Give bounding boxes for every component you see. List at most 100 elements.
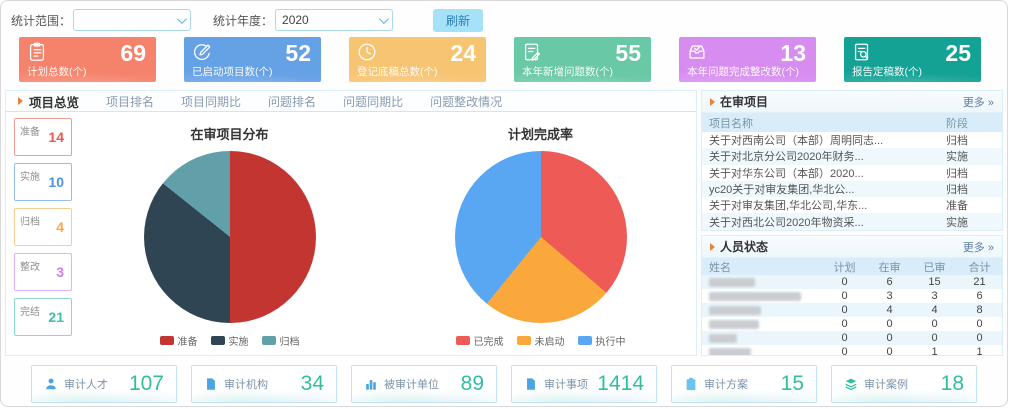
tab-project-ranking[interactable]: 项目排名 xyxy=(106,93,154,110)
personnel-reviewed: 0 xyxy=(912,332,957,344)
stat-card-started-projects[interactable]: 52 已启动项目数(个) xyxy=(184,37,321,82)
column-header-name: 姓名 xyxy=(702,259,822,275)
stat-card-row: 69 计划总数(个) 52 已启动项目数(个) 24 登记底稿总数(个) 55 … xyxy=(19,37,981,82)
personnel-in-review: 0 xyxy=(867,332,912,344)
stage-card-rectify[interactable]: 整改 3 xyxy=(14,253,72,291)
personnel-total: 1 xyxy=(957,346,1002,356)
chart-legend: 已完成未启动执行中 xyxy=(456,333,626,348)
tab-project-overview[interactable]: 项目总览 xyxy=(29,92,79,111)
stage-card-complete[interactable]: 完结 21 xyxy=(14,298,72,336)
personnel-total: 6 xyxy=(957,290,1002,302)
year-select[interactable]: 2020 xyxy=(275,9,393,31)
stat-card-final-reports[interactable]: 25 报告定稿数(个) xyxy=(844,37,981,82)
stat-card-rectified-issues[interactable]: 13 本年问题完成整改数(个) xyxy=(679,37,816,82)
project-stage: 归档 xyxy=(946,165,1002,181)
legend-item[interactable]: 归档 xyxy=(262,333,300,348)
personnel-in-review: 0 xyxy=(867,346,912,356)
scope-select[interactable] xyxy=(73,9,191,31)
pie-plan-completion[interactable] xyxy=(455,151,627,323)
section-arrow-icon xyxy=(710,98,715,106)
chart-plan-completion: 计划完成率 已完成未启动执行中 xyxy=(385,112,696,356)
stat-value: 24 xyxy=(450,40,476,67)
project-overview-panel: 项目总览 项目排名 项目同期比 问题排名 问题同期比 问题整改情况 准备 14 … xyxy=(5,90,697,356)
legend-swatch xyxy=(517,336,531,345)
project-row[interactable]: 关于对北京分公司2020年财务...实施 xyxy=(702,148,1002,164)
stage-card-archive[interactable]: 归档 4 xyxy=(14,208,72,246)
project-row[interactable]: 关于对审友集团,华北公司,华东...准备 xyxy=(702,197,1002,213)
tab-issue-ranking[interactable]: 问题排名 xyxy=(268,93,316,110)
stat-label: 报告定稿数(个) xyxy=(852,64,922,79)
metric-label: 审计人才 xyxy=(64,376,129,392)
document-icon xyxy=(524,377,538,391)
metric-card-audit-cases[interactable]: 审计案例 18 xyxy=(831,365,977,403)
stage-label: 完结 xyxy=(20,303,40,318)
metric-card-audited-units[interactable]: 被审计单位 89 xyxy=(351,365,497,403)
stat-value: 69 xyxy=(120,40,146,67)
stack-icon xyxy=(844,377,858,391)
personnel-in-review: 6 xyxy=(867,276,912,288)
metric-card-audit-orgs[interactable]: 审计机构 34 xyxy=(191,365,337,403)
chart-title: 计划完成率 xyxy=(508,124,573,143)
tab-bar: 项目总览 项目排名 项目同期比 问题排名 问题同期比 问题整改情况 xyxy=(6,91,696,112)
legend-item[interactable]: 实施 xyxy=(211,333,249,348)
personnel-total: 8 xyxy=(957,304,1002,316)
refresh-button[interactable]: 刷新 xyxy=(433,9,483,32)
personnel-name-redacted xyxy=(702,348,822,357)
personnel-name-redacted xyxy=(702,306,822,315)
project-row[interactable]: 关于对西北公司2020年物资采...实施 xyxy=(702,213,1002,229)
personnel-reviewed: 3 xyxy=(912,290,957,302)
legend-item[interactable]: 未启动 xyxy=(517,333,565,348)
tab-issue-rectification[interactable]: 问题整改情况 xyxy=(430,93,502,110)
chart-project-distribution: 在审项目分布 准备实施归档 xyxy=(74,112,385,356)
metric-label: 被审计单位 xyxy=(384,376,461,392)
metric-card-audit-plans[interactable]: 审计方案 15 xyxy=(671,365,817,403)
personnel-in-review: 3 xyxy=(867,290,912,302)
column-header-project-name: 项目名称 xyxy=(702,115,946,131)
metric-value: 89 xyxy=(461,372,484,396)
personnel-row: 0000 xyxy=(702,317,1002,331)
metric-card-audit-matters[interactable]: 审计事项 1414 xyxy=(511,365,657,403)
clock-icon xyxy=(356,41,378,68)
stage-label: 整改 xyxy=(20,258,40,273)
personnel-plan: 0 xyxy=(822,346,867,356)
stat-card-registered-drafts[interactable]: 24 登记底稿总数(个) xyxy=(349,37,486,82)
person-icon xyxy=(44,377,58,391)
personnel-plan: 0 xyxy=(822,276,867,288)
personnel-box-header: 人员状态 更多 » xyxy=(702,236,1002,258)
legend-label: 实施 xyxy=(229,333,249,348)
legend-item[interactable]: 执行中 xyxy=(578,333,626,348)
projects-more-link[interactable]: 更多 » xyxy=(963,94,994,110)
stage-card-prepare[interactable]: 准备 14 xyxy=(14,118,72,156)
personnel-more-link[interactable]: 更多 » xyxy=(963,239,994,255)
projects-box-title: 在审项目 xyxy=(720,93,963,110)
pie-project-distribution[interactable] xyxy=(144,151,316,323)
legend-label: 已完成 xyxy=(474,333,504,348)
personnel-table-header: 姓名 计划 在审 已审 合计 xyxy=(702,258,1002,275)
legend-swatch xyxy=(160,336,174,345)
project-row[interactable]: 关于对华东公司（本部）2020...归档 xyxy=(702,165,1002,181)
metric-value: 15 xyxy=(781,372,804,396)
personnel-row: 061521 xyxy=(702,275,1002,289)
column-header-plan: 计划 xyxy=(822,259,867,275)
project-row[interactable]: yc20关于对审友集团,华北公...归档 xyxy=(702,181,1002,197)
column-header-reviewed: 已审 xyxy=(912,259,957,275)
personnel-reviewed: 0 xyxy=(912,318,957,330)
project-name: 关于对西南公司（本部）周明同志... xyxy=(702,132,946,148)
tab-project-yoy[interactable]: 项目同期比 xyxy=(181,93,241,110)
stat-card-new-issues[interactable]: 55 本年新增问题数(个) xyxy=(514,37,651,82)
stat-card-planned-total[interactable]: 69 计划总数(个) xyxy=(19,37,156,82)
project-row[interactable]: 关于对西南公司（本部）周明同志...归档 xyxy=(702,132,1002,148)
legend-item[interactable]: 已完成 xyxy=(456,333,504,348)
project-stage: 准备 xyxy=(946,197,1002,213)
document-icon xyxy=(204,377,218,391)
personnel-total: 0 xyxy=(957,332,1002,344)
metric-card-audit-talent[interactable]: 审计人才 107 xyxy=(31,365,177,403)
charts-area: 准备 14 实施 10 归档 4 整改 3 xyxy=(6,112,696,356)
tab-issue-yoy[interactable]: 问题同期比 xyxy=(343,93,403,110)
edit-circle-icon xyxy=(191,41,213,68)
stage-summary-column: 准备 14 实施 10 归档 4 整改 3 xyxy=(6,112,74,356)
personnel-row: 0336 xyxy=(702,289,1002,303)
stage-card-implement[interactable]: 实施 10 xyxy=(14,163,72,201)
legend-item[interactable]: 准备 xyxy=(160,333,198,348)
bottom-metric-row: 审计人才 107 审计机构 34 被审计单位 89 审计事项 1414 xyxy=(31,365,977,403)
